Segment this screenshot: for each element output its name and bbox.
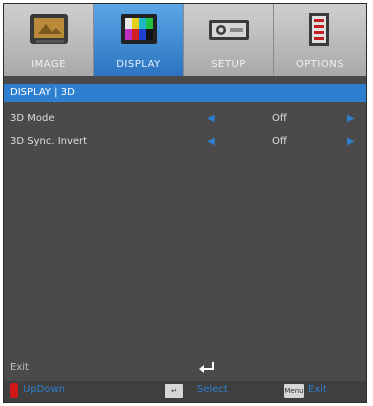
tab-label-setup: SETUP	[211, 59, 246, 70]
select-hint: Select	[197, 384, 228, 395]
updown-hint: UpDown	[23, 384, 66, 395]
setting-label-3d-sync-invert: 3D Sync. Invert	[10, 136, 88, 147]
setting-value-3d-mode: Off	[272, 113, 287, 124]
setting-value-3d-sync-invert: Off	[272, 136, 287, 147]
right-arrow-icon[interactable]: ▶	[347, 113, 355, 124]
left-arrow-icon[interactable]: ◀	[207, 136, 215, 147]
exit-label: Exit	[10, 362, 29, 373]
exit-hint: Exit	[308, 384, 327, 395]
right-arrow-icon[interactable]: ▶	[347, 136, 355, 147]
enter-key-icon: ↵	[165, 384, 183, 398]
osd-menu: IMAGE DISPLAY SETUP OPTIONS DISPLAY | 3D…	[3, 3, 367, 403]
hint-bar: UpDown ↵ Select Menu Exit	[4, 381, 366, 402]
page-title: DISPLAY | 3D	[10, 87, 75, 98]
tab-bar: IMAGE DISPLAY SETUP OPTIONS	[4, 4, 366, 76]
image-icon	[26, 10, 72, 50]
updown-icon	[10, 383, 18, 398]
tab-label-image: IMAGE	[31, 59, 66, 70]
tab-label-display: DISPLAY	[116, 59, 161, 70]
menu-key-icon: Menu	[284, 384, 304, 398]
tab-options[interactable]: OPTIONS	[274, 4, 366, 76]
tab-setup[interactable]: SETUP	[184, 4, 274, 76]
enter-icon	[198, 360, 216, 374]
tab-label-options: OPTIONS	[295, 59, 345, 70]
exit-row[interactable]: Exit	[4, 356, 366, 378]
setting-row-3d-mode[interactable]: 3D Mode ◀ Off ▶	[4, 110, 366, 128]
left-arrow-icon[interactable]: ◀	[207, 113, 215, 124]
setting-row-3d-sync-invert[interactable]: 3D Sync. Invert ◀ Off ▶	[4, 133, 366, 151]
menu-title-bar: DISPLAY | 3D	[4, 84, 366, 102]
setting-label-3d-mode: 3D Mode	[10, 113, 55, 124]
options-icon	[296, 10, 342, 50]
display-icon	[116, 10, 162, 50]
tab-image[interactable]: IMAGE	[4, 4, 94, 76]
setup-icon	[206, 10, 252, 50]
tab-display[interactable]: DISPLAY	[94, 4, 184, 76]
